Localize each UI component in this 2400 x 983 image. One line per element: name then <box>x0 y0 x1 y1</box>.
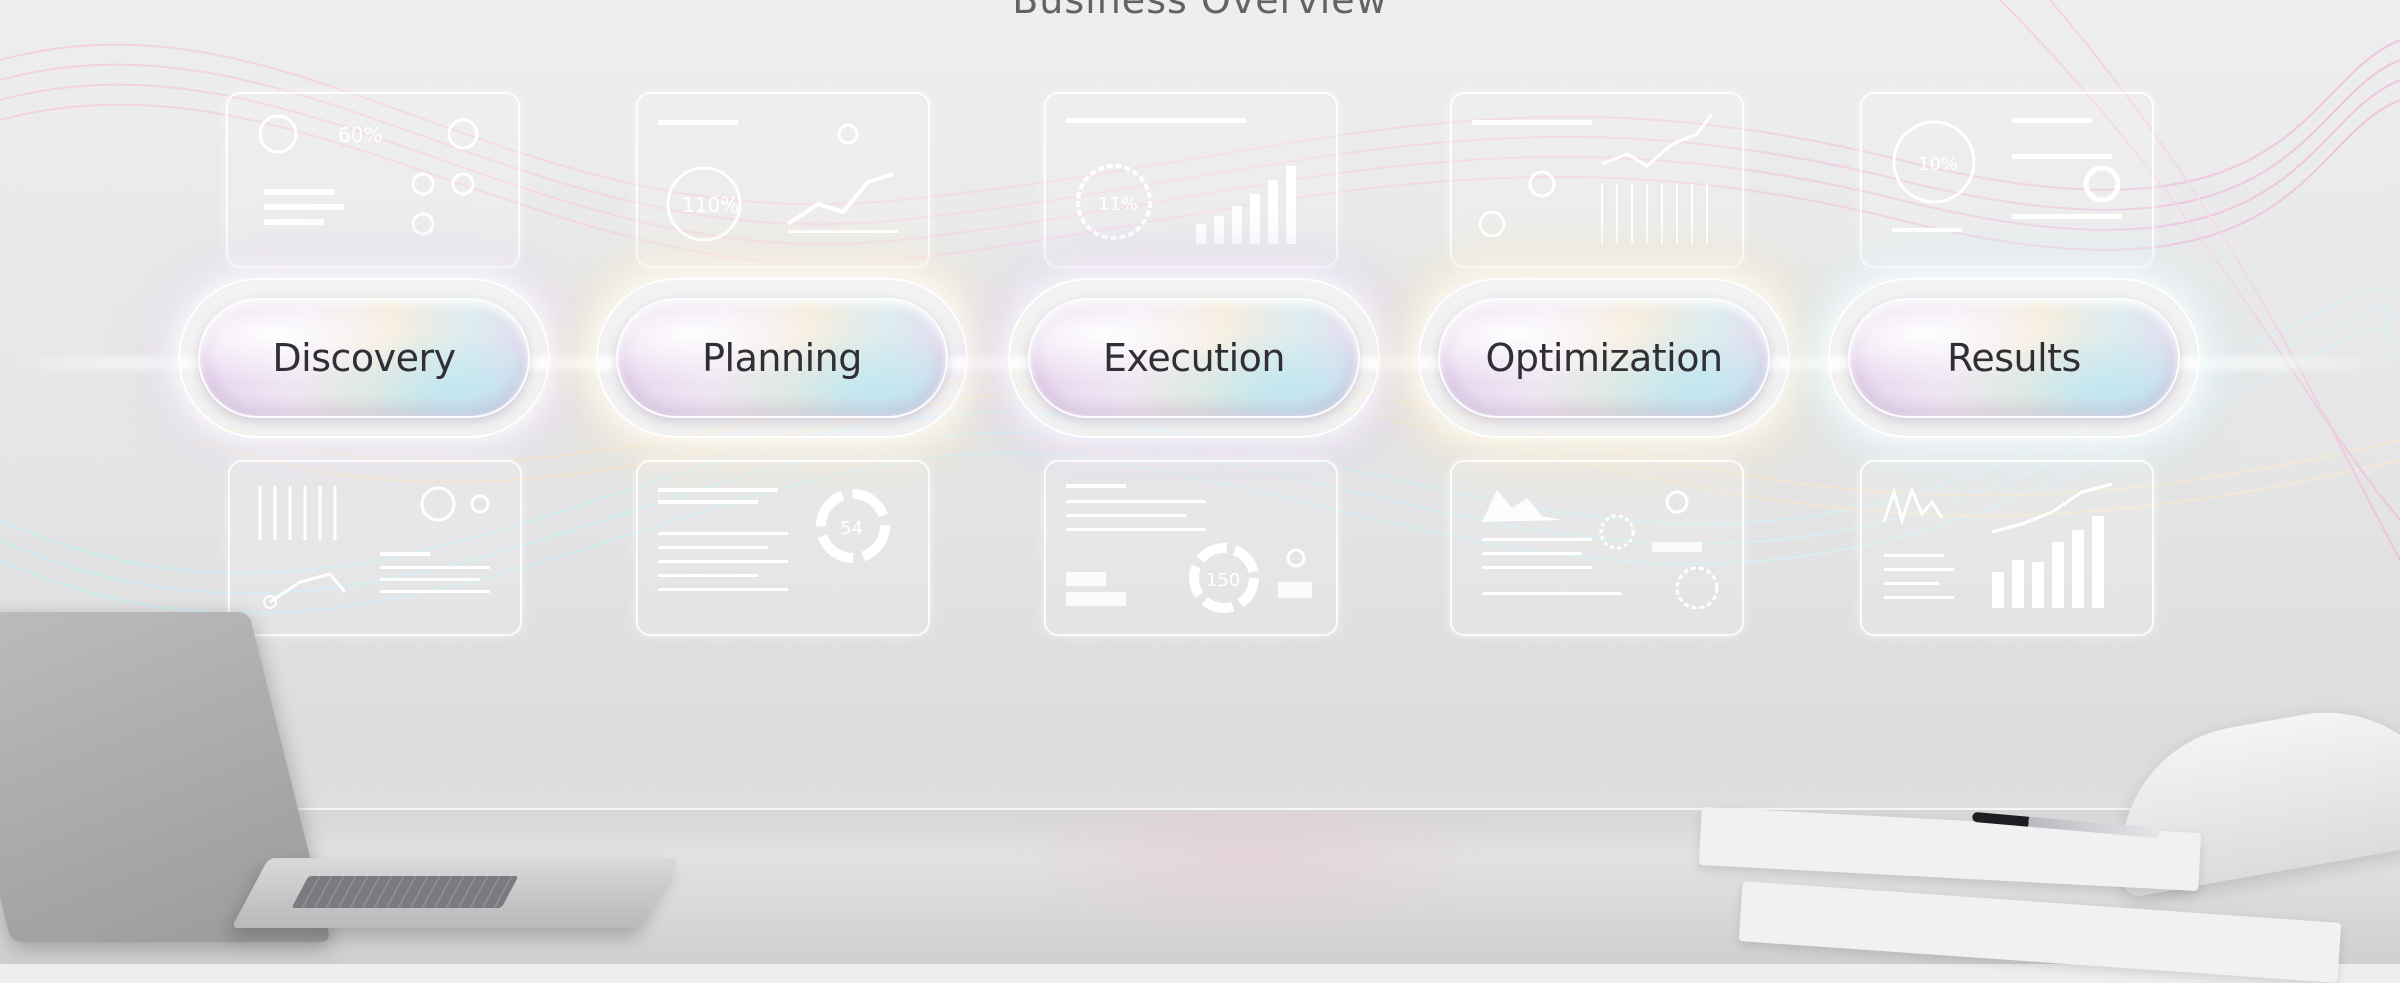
panel-readout: 150 <box>1206 570 1240 591</box>
bottom-panel-optimization <box>1450 460 1744 636</box>
desk-reflection <box>1000 812 1500 952</box>
top-panel-execution: 11% <box>1044 92 1338 268</box>
stage-label: Optimization <box>1485 336 1723 380</box>
dashboard-widget <box>1482 490 1719 610</box>
dashboard-widget <box>258 486 490 609</box>
scene: Business Overview 60% 110% 11% 10% Disco… <box>0 0 2400 983</box>
stage-optimization[interactable]: Optimization <box>1418 278 1790 438</box>
dashboard-widget: 110% <box>658 120 898 242</box>
bottom-panel-discovery <box>228 460 522 636</box>
bottom-panel-execution: 150 <box>1044 460 1338 636</box>
panel-readout: 54 <box>840 518 863 539</box>
panel-readout: 60% <box>338 123 382 147</box>
dashboard-widget: 10% <box>1892 118 2122 232</box>
bottom-panel-results <box>1860 460 2154 636</box>
stage-label: Discovery <box>272 336 456 380</box>
stage-results[interactable]: Results <box>1828 278 2200 438</box>
panel-readout: 11% <box>1098 194 1138 215</box>
dashboard-widget: 150 <box>1066 484 1312 613</box>
dashboard-widget: 11% <box>1066 118 1296 244</box>
panel-readout: 110% <box>682 193 739 217</box>
panel-readout: 10% <box>1918 154 1958 175</box>
stage-label: Planning <box>702 336 862 380</box>
top-panel-results: 10% <box>1860 92 2154 268</box>
stage-planning[interactable]: Planning <box>596 278 968 438</box>
top-panel-optimization <box>1450 92 1744 268</box>
stage-label: Execution <box>1103 336 1285 380</box>
dashboard-widget: 60% <box>258 114 479 236</box>
dashboard-widget <box>1882 482 2113 608</box>
bottom-panel-planning: 54 <box>636 460 930 636</box>
dashboard-widget: 54 <box>658 488 890 591</box>
keyboard <box>291 876 519 908</box>
stage-label: Results <box>1947 336 2081 380</box>
page-title: Business Overview <box>1012 0 1388 22</box>
stage-execution[interactable]: Execution <box>1008 278 1380 438</box>
dashboard-widget <box>1472 113 1714 244</box>
top-panel-discovery: 60% <box>226 92 520 268</box>
top-panel-planning: 110% <box>636 92 930 268</box>
stage-discovery[interactable]: Discovery <box>178 278 550 438</box>
